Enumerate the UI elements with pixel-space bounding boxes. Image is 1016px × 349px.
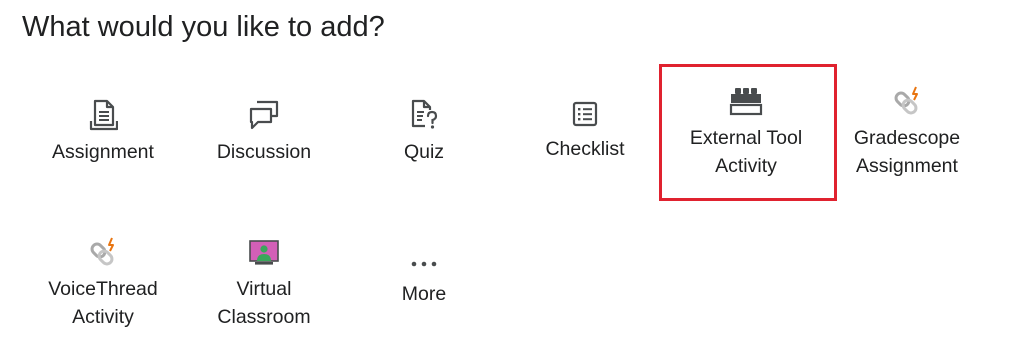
option-quiz[interactable]: Quiz (349, 98, 499, 166)
label-line2: Assignment (856, 155, 958, 177)
checklist-icon (568, 99, 602, 129)
option-discussion[interactable]: Discussion (189, 98, 339, 166)
label-line2: Activity (72, 306, 134, 328)
label-line1: Virtual (236, 278, 292, 300)
label-line2: Classroom (217, 306, 311, 328)
option-label: Discussion (216, 141, 312, 163)
option-label: Assignment (52, 141, 154, 163)
assignment-icon (86, 98, 120, 132)
video-presenter-icon (247, 235, 281, 269)
option-checklist[interactable]: Checklist (510, 99, 660, 163)
label-line1: External Tool (689, 127, 803, 149)
option-label: VoiceThread Activity (48, 275, 158, 331)
label-line1: VoiceThread (48, 278, 158, 300)
option-external-tool-activity[interactable]: External Tool Activity (671, 84, 821, 180)
option-label: Quiz (403, 141, 445, 163)
option-virtual-classroom[interactable]: Virtual Classroom (189, 235, 339, 331)
option-label: External Tool Activity (690, 124, 802, 180)
lego-brick-icon (729, 84, 763, 118)
option-label: Checklist (545, 138, 625, 160)
option-label: Gradescope Assignment (854, 124, 960, 180)
option-gradescope-assignment[interactable]: Gradescope Assignment (832, 84, 982, 180)
quiz-icon (407, 98, 441, 132)
label-line1: Gradescope (853, 127, 961, 149)
option-assignment[interactable]: Assignment (28, 98, 178, 166)
option-more[interactable]: More (349, 250, 499, 308)
dialog-title: What would you like to add? (22, 11, 385, 43)
ellipsis-icon (407, 250, 441, 278)
option-label: More (401, 283, 447, 305)
label-line2: Activity (715, 155, 777, 177)
option-label: Virtual Classroom (217, 275, 310, 331)
discussion-icon (247, 98, 281, 132)
chain-link-icon (890, 84, 924, 118)
option-voicethread-activity[interactable]: VoiceThread Activity (28, 235, 178, 331)
chain-link-icon (86, 235, 120, 269)
